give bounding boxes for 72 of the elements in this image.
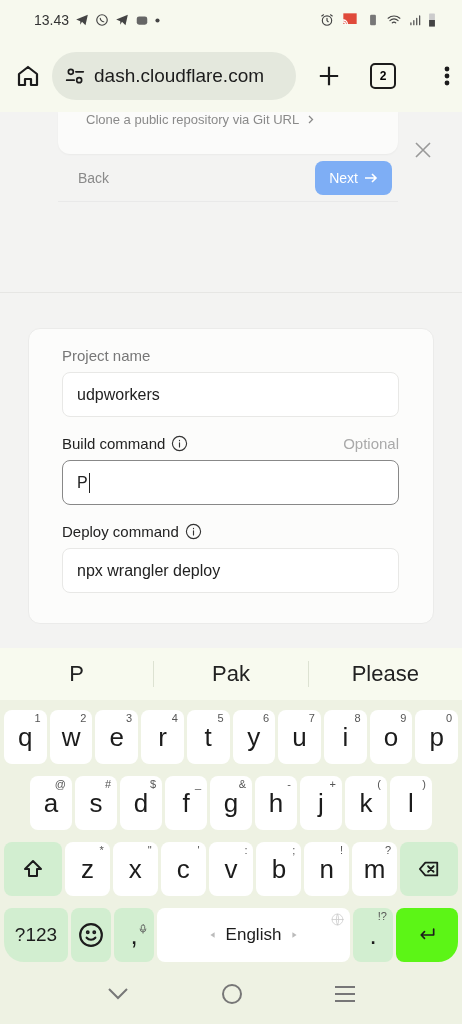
- letter-key[interactable]: v :: [208, 842, 254, 896]
- letter-key[interactable]: t 5: [186, 710, 230, 764]
- right-arrow-icon: [291, 930, 299, 940]
- letter-key[interactable]: p 0: [415, 710, 459, 764]
- home-icon[interactable]: [16, 64, 40, 88]
- letter-key[interactable]: s #: [75, 776, 117, 830]
- letter-key[interactable]: l ): [390, 776, 432, 830]
- wifi-icon: [386, 13, 402, 27]
- letter-key[interactable]: h -: [255, 776, 297, 830]
- signal-icon: [408, 13, 422, 27]
- letter-key[interactable]: n !: [304, 842, 350, 896]
- home-button-icon[interactable]: [221, 983, 243, 1005]
- hide-keyboard-icon[interactable]: [105, 987, 130, 1001]
- symbols-key[interactable]: ?123: [4, 908, 68, 962]
- letter-key[interactable]: f _: [165, 776, 207, 830]
- suggestion[interactable]: Pak: [154, 660, 308, 688]
- letter-key[interactable]: e 3: [95, 710, 139, 764]
- optional-label: Optional: [343, 435, 399, 452]
- recents-icon[interactable]: [334, 985, 357, 1003]
- text-field[interactable]: npx wrangler deploy: [62, 548, 399, 593]
- field-label: Build command: [62, 435, 166, 452]
- letter-key[interactable]: k (: [345, 776, 387, 830]
- letter-key[interactable]: m ?: [352, 842, 397, 896]
- space-key[interactable]: English: [157, 908, 350, 962]
- telegram-icon: [115, 13, 130, 27]
- cast-icon: [340, 12, 360, 28]
- letter-key[interactable]: y 6: [232, 710, 276, 764]
- suggestion[interactable]: P: [0, 660, 154, 688]
- comma-key[interactable]: ,: [114, 908, 154, 962]
- address-bar[interactable]: dash.cloudflare.com: [52, 52, 296, 100]
- left-arrow-icon: [208, 930, 216, 940]
- letter-key[interactable]: g &: [210, 776, 252, 830]
- letter-key[interactable]: j +: [300, 776, 342, 830]
- period-key[interactable]: . !?: [353, 908, 393, 962]
- smiley-icon: [78, 922, 104, 948]
- close-icon[interactable]: [414, 141, 432, 159]
- globe-icon: [331, 913, 344, 926]
- battery-icon: [428, 12, 436, 28]
- field-label: Deploy command: [62, 523, 179, 540]
- arrow-icon: [364, 171, 378, 184]
- suggestion[interactable]: Please: [308, 660, 462, 688]
- letter-key[interactable]: u 7: [278, 710, 321, 764]
- chevron-icon: [308, 115, 315, 124]
- emoji-key[interactable]: [71, 908, 111, 962]
- dot-icon: [155, 17, 161, 23]
- microphone-icon: [138, 923, 148, 935]
- tab-count[interactable]: 2: [370, 63, 396, 89]
- letter-key[interactable]: d $: [120, 776, 162, 830]
- new-tab-icon[interactable]: [318, 65, 340, 87]
- letter-key[interactable]: o 9: [369, 710, 413, 764]
- menu-icon[interactable]: [444, 66, 450, 86]
- letter-key[interactable]: a @: [30, 776, 72, 830]
- alarm-icon: [320, 13, 334, 27]
- letter-key[interactable]: r 4: [141, 710, 184, 764]
- letter-key[interactable]: z *: [65, 842, 110, 896]
- letter-key[interactable]: c ': [160, 842, 206, 896]
- backspace-key[interactable]: [400, 842, 458, 896]
- letter-key[interactable]: i 8: [323, 710, 367, 764]
- info-icon: [171, 435, 189, 452]
- letter-key[interactable]: x ": [112, 842, 158, 896]
- info-icon: [184, 523, 202, 540]
- letter-key[interactable]: q 1: [4, 710, 47, 764]
- clock: 13.43: [34, 12, 70, 28]
- site-settings-icon: [64, 66, 86, 86]
- whatsapp-icon: [95, 13, 110, 27]
- letter-key[interactable]: b ;: [256, 842, 302, 896]
- letter-key[interactable]: w 2: [49, 710, 93, 764]
- shift-key[interactable]: [4, 842, 62, 896]
- text-field[interactable]: udpworkers: [62, 372, 399, 417]
- text-field[interactable]: P: [62, 460, 399, 505]
- telegram-icon: [75, 13, 90, 27]
- field-label: Project name: [62, 347, 151, 364]
